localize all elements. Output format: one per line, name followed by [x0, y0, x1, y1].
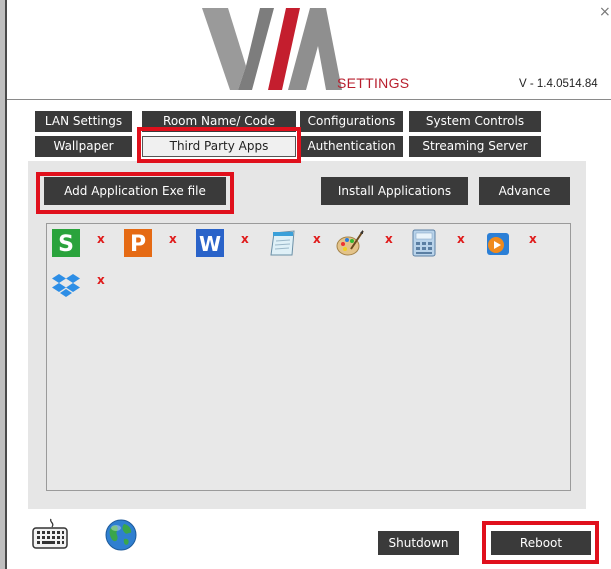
remove-app-button[interactable]: x [385, 232, 393, 246]
tab-third-party-apps[interactable]: Third Party Apps [142, 136, 296, 157]
header: SETTINGS V - 1.4.0514.84 × [7, 0, 611, 100]
globe-icon[interactable] [104, 518, 138, 552]
tab-streaming-server[interactable]: Streaming Server [409, 136, 541, 157]
tab-wallpaper[interactable]: Wallpaper [35, 136, 132, 157]
via-logo [202, 8, 342, 90]
close-icon[interactable]: × [599, 4, 611, 20]
keyboard-icon[interactable] [31, 518, 71, 550]
remove-app-button[interactable]: x [313, 232, 321, 246]
tab-system-controls[interactable]: System Controls [409, 111, 541, 132]
notepad-icon[interactable] [268, 229, 296, 257]
remove-app-button[interactable]: x [97, 232, 105, 246]
add-application-exe-button[interactable]: Add Application Exe file [44, 177, 226, 205]
reboot-button[interactable]: Reboot [491, 531, 591, 555]
remove-app-button[interactable]: x [169, 232, 177, 246]
tab-room-name-code[interactable]: Room Name/ Code [142, 111, 296, 132]
p-app-icon[interactable]: P [124, 229, 152, 257]
dropbox-icon[interactable] [52, 270, 80, 298]
svg-text:S: S [58, 232, 74, 257]
tab-lan-settings[interactable]: LAN Settings [35, 111, 132, 132]
installed-apps-list [46, 223, 571, 491]
s-app-icon[interactable]: S [52, 229, 80, 257]
shutdown-button[interactable]: Shutdown [378, 531, 459, 555]
remove-app-button[interactable]: x [457, 232, 465, 246]
window-frame [0, 0, 7, 569]
paint-icon[interactable] [336, 229, 364, 257]
advance-button[interactable]: Advance [479, 177, 570, 205]
version-label: V - 1.4.0514.84 [519, 78, 598, 90]
remove-app-button[interactable]: x [97, 273, 105, 287]
install-applications-button[interactable]: Install Applications [321, 177, 468, 205]
svg-text:P: P [130, 232, 146, 257]
remove-app-button[interactable]: x [241, 232, 249, 246]
media-player-icon[interactable] [484, 229, 512, 257]
tab-configurations[interactable]: Configurations [300, 111, 403, 132]
w-app-icon[interactable]: W [196, 229, 224, 257]
settings-label: SETTINGS [337, 75, 410, 91]
remove-app-button[interactable]: x [529, 232, 537, 246]
tab-authentication[interactable]: Authentication [300, 136, 403, 157]
calculator-icon[interactable] [410, 229, 438, 257]
svg-text:W: W [199, 232, 221, 256]
settings-window: SETTINGS V - 1.4.0514.84 × LAN Settings … [0, 0, 611, 569]
